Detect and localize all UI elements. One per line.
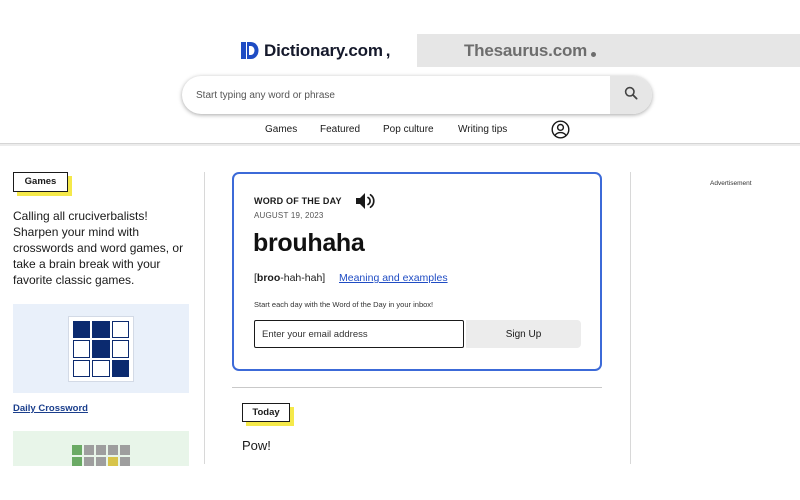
daily-crossword-link[interactable]: Daily Crossword xyxy=(13,403,88,414)
games-badge: Games xyxy=(13,172,68,192)
search-button[interactable] xyxy=(610,76,652,114)
nav-pop-culture[interactable]: Pop culture xyxy=(383,124,434,135)
pronunciation-stressed: broo xyxy=(256,272,281,284)
search-input[interactable] xyxy=(182,76,610,114)
newsletter-prompt: Start each day with the Word of the Day … xyxy=(254,300,434,309)
today-badge: Today xyxy=(242,403,290,422)
wotd-pronunciation: [broo-hah-hah] xyxy=(254,272,326,284)
advertisement-label: Advertisement xyxy=(710,180,752,187)
top-strip xyxy=(0,0,800,28)
dictionary-logo-comma-icon: , xyxy=(385,40,391,60)
crossword-card[interactable] xyxy=(13,304,189,393)
header-divider xyxy=(0,143,800,146)
main-nav: Games Featured Pop culture Writing tips xyxy=(0,118,800,144)
nav-writing-tips[interactable]: Writing tips xyxy=(458,124,507,135)
wotd-date: AUGUST 19, 2023 xyxy=(254,211,324,220)
word-of-the-day-card: WORD OF THE DAY AUGUST 19, 2023 brouhaha… xyxy=(232,172,602,371)
search-icon xyxy=(624,86,638,105)
column-divider-left xyxy=(204,172,205,464)
email-field[interactable] xyxy=(254,320,464,348)
dictionary-logo-icon xyxy=(240,41,259,60)
brand-tabs: Dictionary.com , Thesaurus.com xyxy=(0,34,800,67)
thesaurus-logo-dot-icon xyxy=(591,51,597,57)
meaning-examples-link[interactable]: Meaning and examples xyxy=(339,272,448,284)
column-divider-right xyxy=(630,172,631,464)
wotd-label: WORD OF THE DAY xyxy=(254,196,342,206)
dictionary-tab[interactable]: Dictionary.com , xyxy=(232,34,417,67)
bottom-strip xyxy=(0,466,800,500)
nav-featured[interactable]: Featured xyxy=(320,124,360,135)
word-game-tiles-icon xyxy=(72,445,130,455)
nav-games[interactable]: Games xyxy=(265,124,297,135)
speaker-icon[interactable] xyxy=(354,191,376,211)
section-divider xyxy=(232,387,602,388)
crossword-grid-icon xyxy=(69,317,133,381)
games-description: Calling all cruciverbalists! Sharpen you… xyxy=(13,209,184,287)
dictionary-logo-text: Dictionary.com xyxy=(264,40,383,60)
word-game-card[interactable] xyxy=(13,431,189,471)
thesaurus-tab[interactable]: Thesaurus.com xyxy=(417,34,800,67)
thesaurus-logo-text: Thesaurus.com xyxy=(464,40,588,60)
search-bar xyxy=(182,76,652,114)
wotd-word: brouhaha xyxy=(253,229,365,257)
today-text: Pow! xyxy=(242,438,271,453)
user-account-icon[interactable] xyxy=(551,120,570,139)
sign-up-button[interactable]: Sign Up xyxy=(466,320,581,348)
pronunciation-rest: -hah-hah xyxy=(280,272,323,284)
